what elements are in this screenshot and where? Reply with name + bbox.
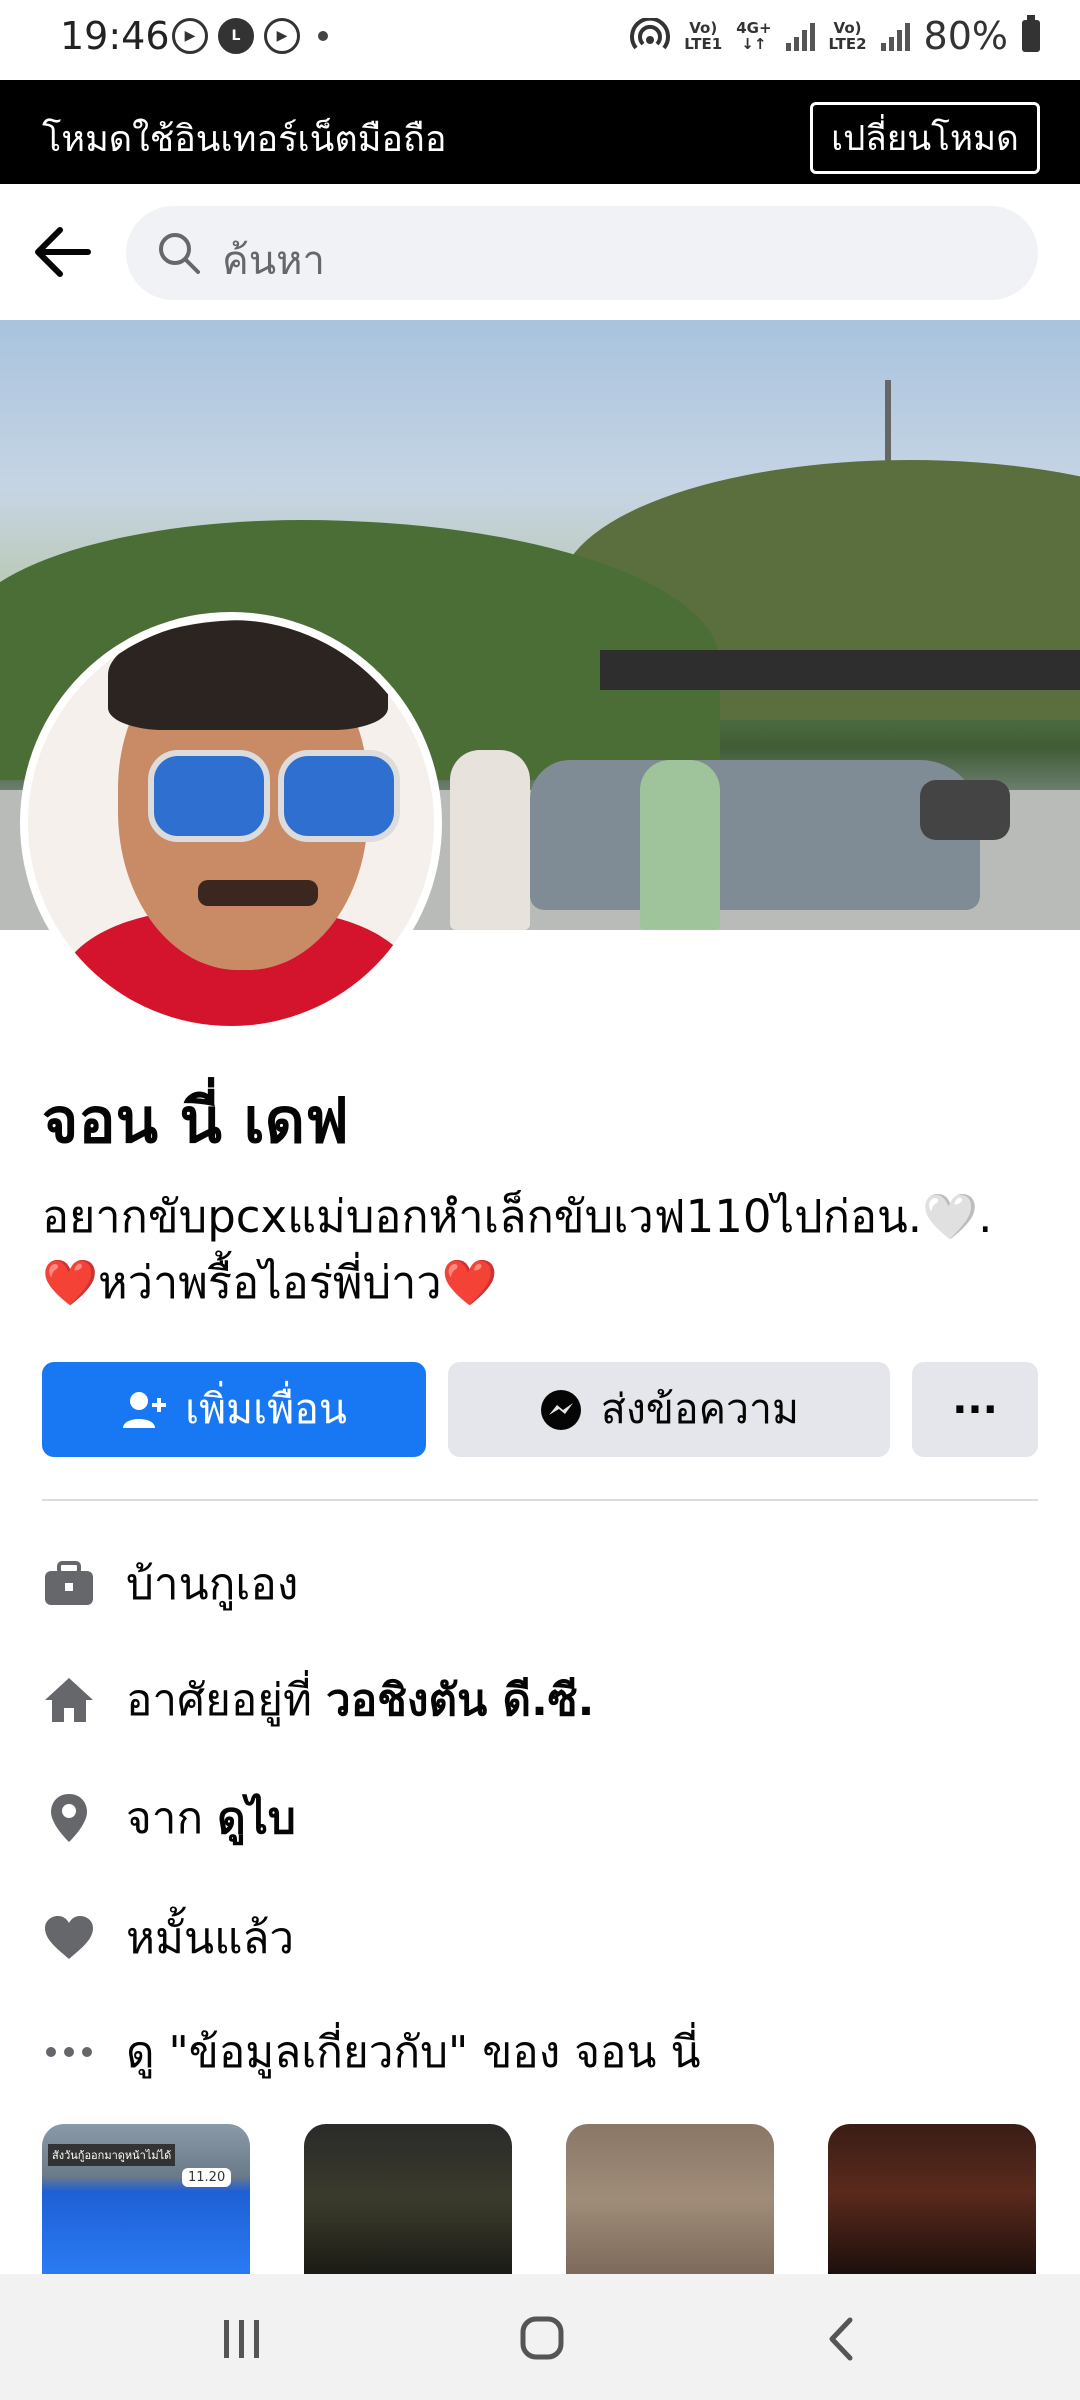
top-header: ค้นหา: [0, 184, 1080, 320]
home-button-icon[interactable]: [520, 2316, 564, 2364]
system-back-icon[interactable]: [826, 2316, 856, 2366]
recent-apps-icon[interactable]: [220, 2318, 264, 2364]
avatar-sunglasses-left: [148, 750, 270, 842]
search-input[interactable]: ค้นหา: [126, 206, 1038, 300]
volte-2-label: Vo) LTE2: [828, 19, 867, 53]
profile-name: จอน นี่ เดฟ: [42, 1084, 349, 1157]
system-nav-bar: [0, 2274, 1080, 2400]
signal-2-icon: [880, 21, 910, 51]
thumbnail-1-caption: สังวันกู้ออกมาดูหน้าไม่ได้: [48, 2144, 176, 2166]
more-dots-icon: ···: [952, 1386, 998, 1433]
section-divider: [42, 1499, 1038, 1501]
search-icon: [156, 230, 202, 276]
profile-bio-line-2: ❤️หว่าพรื้อไอร่พี่บ่าว❤️: [42, 1256, 498, 1309]
add-friend-label: เพิ่มเพื่อน: [185, 1385, 347, 1433]
featured-thumbnail-4[interactable]: [828, 2124, 1036, 2274]
message-button[interactable]: ส่งข้อความ: [448, 1362, 890, 1457]
more-notifications-icon: [318, 31, 328, 41]
from-place[interactable]: ดูไบ: [217, 1793, 296, 1844]
status-bar: 19:46 ▶ L ▶ Vo) LTE1 4G+ ↓↑ Vo) LTE2 80%: [0, 0, 1080, 80]
data-mode-banner: โหมดใช้อินเทอร์เน็ตมือถือ เปลี่ยนโหมด: [0, 80, 1080, 184]
from-prefix: จาก: [126, 1793, 218, 1844]
more-options-button[interactable]: ···: [912, 1362, 1038, 1457]
cover-person-left: [450, 750, 530, 930]
network-type-label: 4G+ ↓↑: [736, 19, 772, 53]
see-about-link[interactable]: ดู "ข้อมูลเกี่ยวกับ" ของ จอน นี่: [126, 2017, 701, 2087]
status-right: Vo) LTE1 4G+ ↓↑ Vo) LTE2 80%: [630, 14, 1040, 58]
battery-percent: 80%: [923, 14, 1008, 58]
info-row-relationship: หมั้นแล้ว: [42, 1908, 1038, 1968]
info-row-see-about[interactable]: ดู "ข้อมูลเกี่ยวกับ" ของ จอน นี่: [42, 2022, 1038, 2082]
from-text: จาก ดูไบ: [126, 1783, 296, 1853]
autoplay-icon-2: ▶: [264, 18, 300, 54]
autoplay-icon: ▶: [172, 18, 208, 54]
info-row-work: บ้านกูเอง: [42, 1554, 1038, 1614]
line-app-icon: L: [218, 18, 254, 54]
add-friend-icon: [123, 1391, 167, 1428]
cover-pickup-truck: [530, 760, 980, 910]
home-icon: [42, 1673, 96, 1727]
avatar-sunglasses-right: [278, 750, 400, 842]
status-time: 19:46: [60, 14, 170, 58]
profile-bio-line-1: อยากขับpcxแม่บอกหำเล็กขับเวฟ110ไปก่อน.🤍.: [42, 1190, 993, 1243]
cover-parked-car: [920, 780, 1010, 840]
info-row-from: จาก ดูไบ: [42, 1788, 1038, 1848]
featured-thumbnail-2[interactable]: [304, 2124, 512, 2274]
message-label: ส่งข้อความ: [600, 1385, 800, 1433]
lives-text: อาศัยอยู่ที่ วอชิงตัน ดี.ซี.: [126, 1665, 594, 1735]
cover-shed: [600, 650, 1080, 690]
briefcase-icon: [42, 1557, 96, 1611]
search-placeholder: ค้นหา: [222, 238, 325, 284]
avatar-mustache: [198, 880, 318, 906]
featured-thumbnail-3[interactable]: [566, 2124, 774, 2274]
info-row-lives: อาศัยอยู่ที่ วอชิงตัน ดี.ซี.: [42, 1670, 1038, 1730]
volte-1-label: Vo) LTE1: [684, 19, 723, 53]
notification-icons: ▶ L ▶: [172, 18, 328, 54]
cover-person-right: [640, 760, 720, 930]
thumbnail-1-badge: 11.20: [182, 2168, 232, 2187]
hotspot-icon: [630, 18, 671, 50]
avatar-hair: [108, 620, 388, 730]
heart-icon: [42, 1911, 96, 1965]
work-text: บ้านกูเอง: [126, 1559, 299, 1610]
signal-1-icon: [785, 21, 815, 51]
more-horizontal-icon: [42, 2025, 96, 2079]
data-mode-text: โหมดใช้อินเทอร์เน็ตมือถือ: [42, 119, 447, 160]
relationship-text: หมั้นแล้ว: [126, 1913, 295, 1964]
avatar[interactable]: [28, 620, 434, 1026]
back-arrow-icon[interactable]: [30, 224, 100, 280]
change-mode-button[interactable]: เปลี่ยนโหมด: [810, 102, 1040, 174]
battery-icon: [1022, 15, 1040, 52]
lives-prefix: อาศัยอยู่ที่: [126, 1675, 327, 1726]
add-friend-button[interactable]: เพิ่มเพื่อน: [42, 1362, 426, 1457]
featured-thumbnail-1[interactable]: สังวันกู้ออกมาดูหน้าไม่ได้ 11.20: [42, 2124, 250, 2274]
location-pin-icon: [42, 1791, 96, 1845]
messenger-icon: [540, 1389, 581, 1430]
lives-place[interactable]: วอชิงตัน ดี.ซี.: [326, 1675, 594, 1726]
